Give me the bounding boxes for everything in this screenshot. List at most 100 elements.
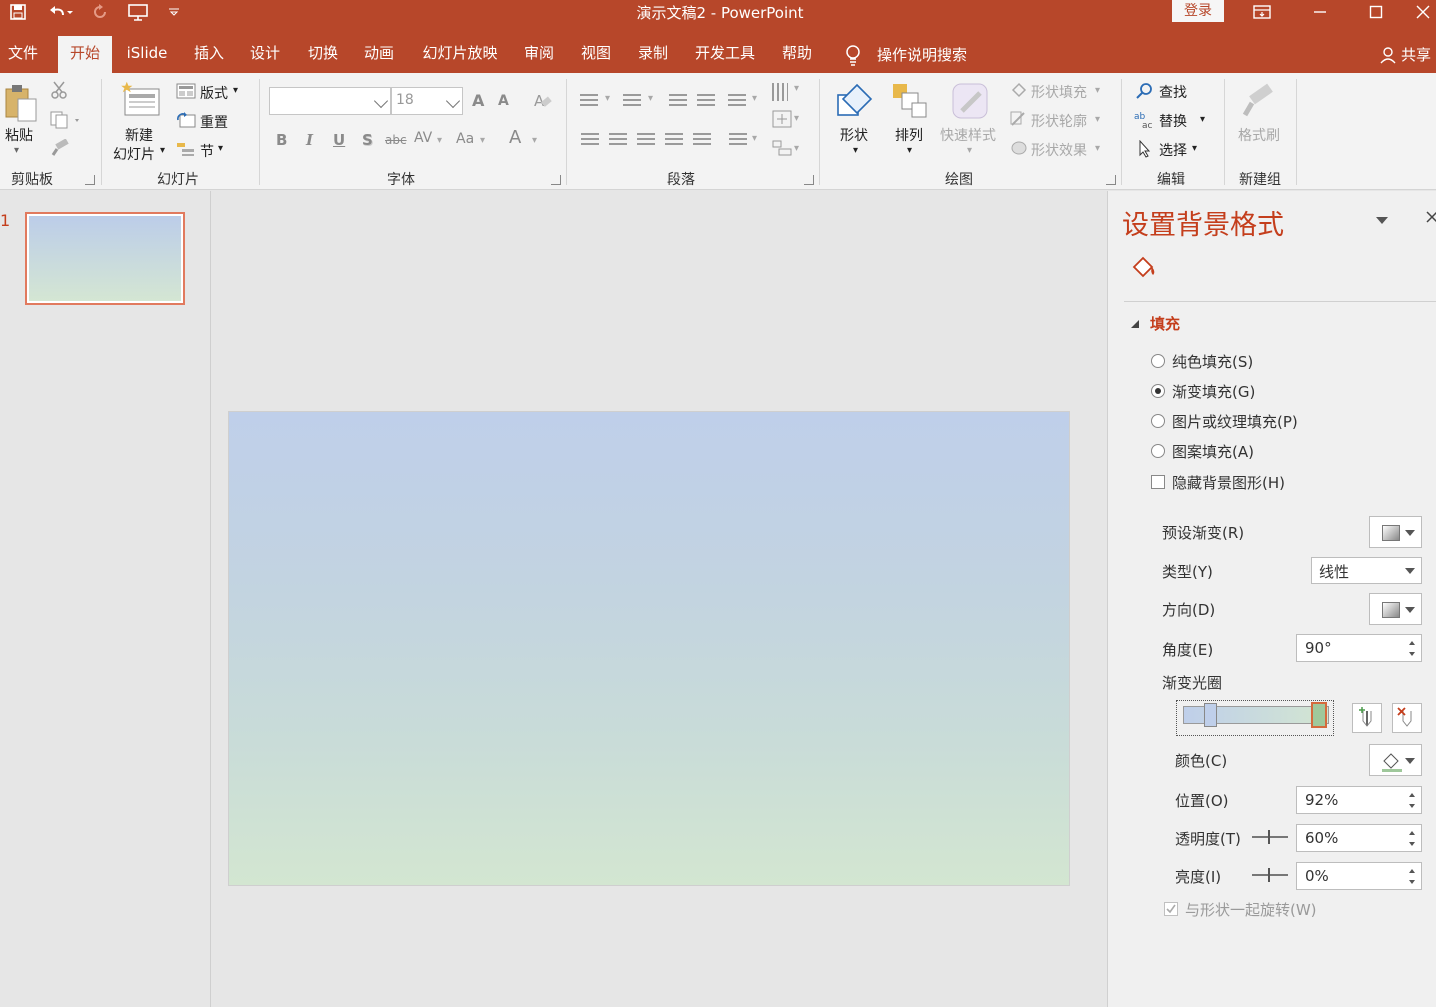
change-case-button[interactable]: Aa bbox=[456, 131, 474, 147]
gradient-stop-2[interactable] bbox=[1311, 702, 1327, 728]
format-painter-icon[interactable] bbox=[1240, 83, 1280, 125]
chevron-down-icon[interactable]: ▾ bbox=[1192, 143, 1197, 154]
new-slide-icon[interactable] bbox=[120, 81, 162, 123]
bullets-icon[interactable] bbox=[580, 94, 598, 108]
underline-button[interactable]: U bbox=[333, 131, 345, 149]
chevron-down-icon[interactable]: ▾ bbox=[794, 83, 799, 94]
chevron-down-icon[interactable]: ▾ bbox=[794, 113, 799, 124]
fill-section-label[interactable]: 填充 bbox=[1150, 313, 1180, 334]
align-left-icon[interactable] bbox=[581, 133, 599, 147]
strikethrough-button[interactable]: abc bbox=[385, 133, 407, 147]
text-shadow-button[interactable]: S bbox=[362, 131, 373, 149]
transparency-spinner[interactable]: 60% bbox=[1296, 824, 1422, 852]
format-painter-label[interactable]: 格式刷 bbox=[1238, 125, 1280, 145]
new-slide-label-2[interactable]: 幻灯片 bbox=[113, 144, 155, 164]
shape-outline-icon[interactable] bbox=[1010, 111, 1028, 131]
section-label[interactable]: 节 bbox=[200, 141, 214, 161]
chevron-down-icon[interactable]: ▾ bbox=[794, 143, 799, 154]
tab-transitions[interactable]: 切换 bbox=[300, 36, 346, 73]
find-label[interactable]: 查找 bbox=[1159, 82, 1187, 102]
shape-fill-icon[interactable] bbox=[1010, 82, 1028, 102]
layout-dropdown-icon[interactable]: ▾ bbox=[233, 85, 238, 96]
font-color-button[interactable]: A bbox=[509, 127, 521, 148]
find-icon[interactable] bbox=[1136, 82, 1154, 104]
arrange-label[interactable]: 排列 bbox=[895, 125, 923, 145]
paste-icon[interactable] bbox=[4, 83, 40, 127]
solid-fill-radio[interactable] bbox=[1151, 354, 1165, 368]
spin-down-icon[interactable] bbox=[1409, 842, 1415, 846]
color-dropdown[interactable] bbox=[1369, 744, 1422, 776]
smartart-icon[interactable] bbox=[772, 139, 792, 161]
grow-font-button[interactable]: A bbox=[472, 91, 484, 110]
pane-options-icon[interactable] bbox=[1376, 213, 1388, 229]
section-icon[interactable] bbox=[176, 141, 196, 161]
undo-icon[interactable] bbox=[42, 0, 78, 24]
shrink-font-button[interactable]: A bbox=[498, 93, 509, 109]
position-spinner[interactable]: 92% bbox=[1296, 786, 1422, 814]
spin-up-icon[interactable] bbox=[1409, 831, 1415, 835]
maximize-icon[interactable] bbox=[1356, 0, 1396, 24]
brightness-spinner[interactable]: 0% bbox=[1296, 862, 1422, 890]
pattern-fill-label[interactable]: 图案填充(A) bbox=[1172, 441, 1254, 462]
chevron-down-icon[interactable]: ▾ bbox=[1200, 114, 1205, 125]
preset-gradient-dropdown[interactable] bbox=[1369, 516, 1422, 548]
tell-me-search[interactable]: 操作说明搜索 bbox=[843, 36, 967, 73]
font-launcher-icon[interactable] bbox=[551, 175, 561, 185]
replace-label[interactable]: 替换 bbox=[1159, 111, 1187, 131]
pane-close-icon[interactable] bbox=[1426, 211, 1436, 227]
rotate-with-shape-checkbox[interactable] bbox=[1164, 902, 1178, 916]
shapes-icon[interactable] bbox=[835, 81, 875, 125]
char-spacing-button[interactable]: AV bbox=[414, 130, 432, 146]
hide-background-checkbox[interactable] bbox=[1151, 475, 1165, 489]
spin-down-icon[interactable] bbox=[1409, 880, 1415, 884]
line-spacing-icon[interactable] bbox=[728, 94, 746, 108]
bold-button[interactable]: B bbox=[276, 131, 287, 149]
add-stop-button[interactable] bbox=[1352, 703, 1382, 733]
chevron-down-icon[interactable]: ▾ bbox=[532, 135, 537, 146]
chevron-down-icon[interactable]: ▾ bbox=[752, 133, 757, 144]
align-text-icon[interactable] bbox=[772, 110, 792, 132]
columns-icon[interactable] bbox=[729, 133, 747, 147]
tab-insert[interactable]: 插入 bbox=[186, 36, 232, 73]
shape-effects-icon[interactable] bbox=[1010, 140, 1028, 160]
select-icon[interactable] bbox=[1138, 139, 1152, 162]
tab-record[interactable]: 录制 bbox=[630, 36, 676, 73]
chevron-down-icon[interactable]: ▾ bbox=[1095, 85, 1100, 96]
new-slide-dropdown-icon[interactable]: ▾ bbox=[160, 145, 165, 156]
tab-islide[interactable]: iSlide bbox=[118, 36, 176, 73]
login-button[interactable]: 登录 bbox=[1172, 0, 1224, 22]
chevron-down-icon[interactable]: ▾ bbox=[752, 93, 757, 104]
quick-styles-label[interactable]: 快速样式 bbox=[940, 125, 996, 145]
align-center-icon[interactable] bbox=[609, 133, 627, 147]
chevron-down-icon[interactable]: ▾ bbox=[480, 135, 485, 146]
chevron-down-icon[interactable]: ▾ bbox=[648, 93, 653, 104]
cut-icon[interactable] bbox=[50, 81, 68, 103]
hide-background-label[interactable]: 隐藏背景图形(H) bbox=[1172, 472, 1285, 493]
share-button[interactable]: 共享 bbox=[1380, 36, 1431, 73]
spin-up-icon[interactable] bbox=[1409, 641, 1415, 645]
shape-outline-label[interactable]: 形状轮廓 bbox=[1031, 111, 1087, 131]
tab-home[interactable]: 开始 bbox=[58, 36, 112, 73]
paragraph-launcher-icon[interactable] bbox=[804, 175, 814, 185]
tab-view[interactable]: 视图 bbox=[573, 36, 619, 73]
layout-icon[interactable] bbox=[176, 83, 196, 103]
shapes-label[interactable]: 形状 bbox=[840, 125, 868, 145]
chevron-down-icon[interactable]: ▾ bbox=[437, 135, 442, 146]
justify-icon[interactable] bbox=[665, 133, 683, 147]
minimize-icon[interactable] bbox=[1300, 0, 1340, 24]
paste-dropdown-icon[interactable]: ▾ bbox=[14, 145, 19, 156]
increase-indent-icon[interactable] bbox=[697, 94, 715, 108]
close-icon[interactable] bbox=[1410, 0, 1436, 24]
format-painter-small-icon[interactable] bbox=[50, 138, 70, 161]
remove-stop-button[interactable] bbox=[1392, 703, 1422, 733]
direction-dropdown[interactable] bbox=[1369, 593, 1422, 625]
arrange-icon[interactable] bbox=[890, 81, 930, 125]
spin-down-icon[interactable] bbox=[1409, 804, 1415, 808]
spin-up-icon[interactable] bbox=[1409, 869, 1415, 873]
save-icon[interactable] bbox=[6, 0, 30, 24]
shape-effects-label[interactable]: 形状效果 bbox=[1031, 140, 1087, 160]
gradient-fill-label[interactable]: 渐变填充(G) bbox=[1172, 381, 1255, 402]
type-select[interactable]: 线性 bbox=[1311, 557, 1422, 584]
tab-slideshow[interactable]: 幻灯片放映 bbox=[414, 36, 506, 73]
new-slide-label-1[interactable]: 新建 bbox=[125, 125, 153, 145]
